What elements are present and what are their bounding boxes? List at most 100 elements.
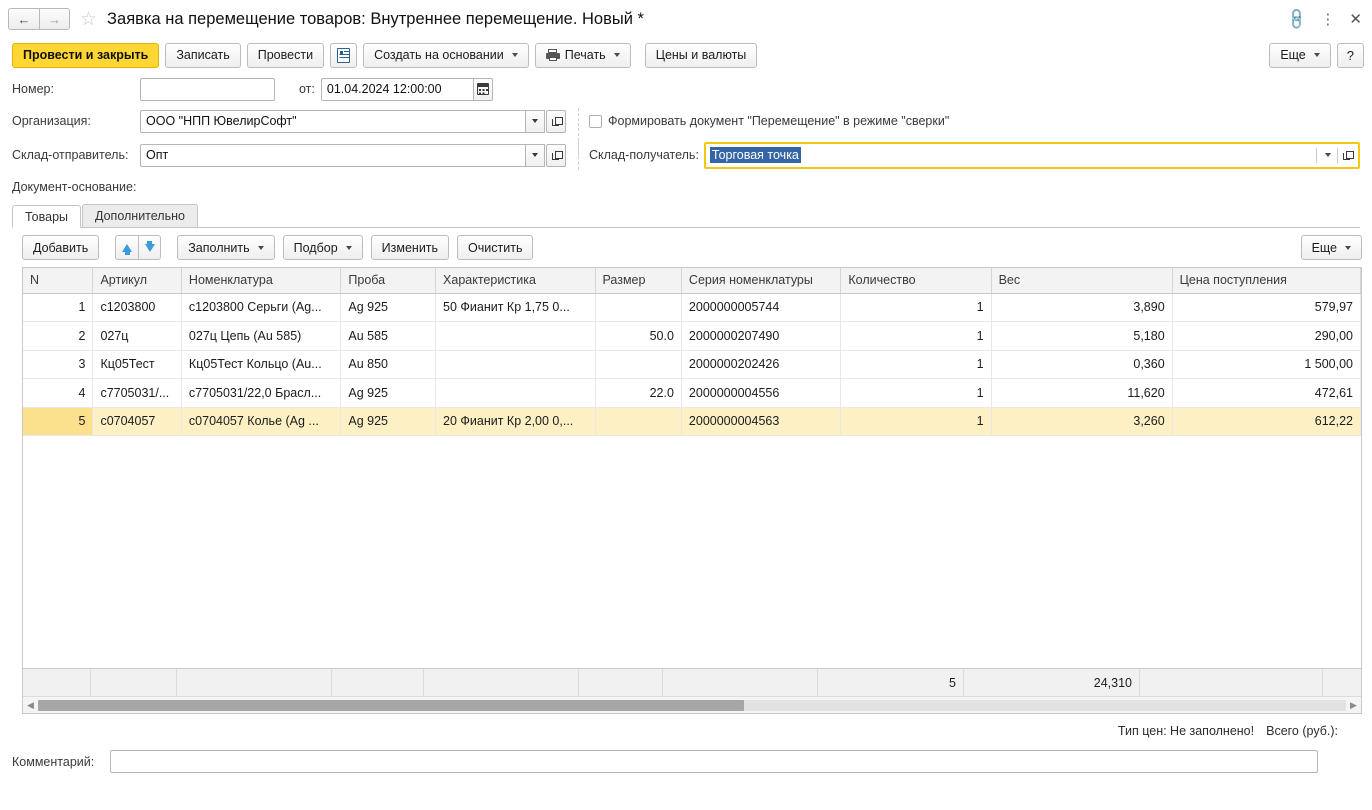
cell-n[interactable]: 2 — [23, 321, 94, 351]
help-button[interactable]: ? — [1336, 42, 1364, 68]
tab-dopolnitelno[interactable]: Дополнительно — [82, 204, 198, 227]
table-row-selected[interactable]: 5 с0704057 с0704057 Колье (Ag ... Ag 925… — [23, 407, 1361, 436]
cell-size[interactable] — [595, 407, 682, 436]
cell-article[interactable]: 027ц — [92, 321, 182, 351]
column-header-price[interactable]: Цена поступления — [1172, 268, 1361, 294]
cell-article[interactable]: с1203800 — [92, 293, 182, 322]
clear-button[interactable]: Очистить — [457, 235, 534, 260]
cell-nomenclature[interactable]: Кц05Тест Кольцо (Au... — [181, 350, 342, 379]
cell-price[interactable]: 612,22 — [1172, 407, 1361, 436]
print-button[interactable]: Печать — [534, 42, 631, 68]
cell-assay[interactable]: Ag 925 — [340, 293, 437, 322]
change-button[interactable]: Изменить — [370, 235, 450, 260]
cell-weight[interactable]: 5,180 — [991, 321, 1173, 351]
cell-price[interactable]: 472,61 — [1172, 378, 1361, 408]
items-grid[interactable]: N Артикул Номенклатура Проба Характерист… — [22, 267, 1362, 714]
cell-article[interactable]: Кц05Тест — [92, 350, 182, 379]
cell-series[interactable]: 2000000207490 — [681, 321, 842, 351]
cell-weight[interactable]: 11,620 — [991, 378, 1173, 408]
column-header-series[interactable]: Серия номенклатуры — [681, 268, 842, 294]
column-header-article[interactable]: Артикул — [92, 268, 182, 294]
cell-quantity[interactable]: 1 — [840, 350, 992, 379]
more-button[interactable]: Еще — [1269, 42, 1331, 68]
create-based-on-button[interactable]: Создать на основании — [363, 42, 529, 68]
date-input[interactable]: 01.04.2024 12:00:00 — [320, 77, 473, 101]
cell-size[interactable]: 50.0 — [595, 321, 682, 351]
star-icon[interactable]: ☆ — [80, 10, 97, 29]
cell-nomenclature[interactable]: 027ц Цепь (Au 585) — [181, 321, 342, 351]
organization-open-button[interactable] — [546, 109, 566, 133]
table-row[interactable]: 2 027ц 027ц Цепь (Au 585) Au 585 50.0 20… — [23, 321, 1361, 351]
move-row-down-button[interactable] — [138, 235, 162, 260]
warehouse-from-input[interactable]: Опт — [140, 143, 525, 167]
post-button[interactable]: Провести — [246, 42, 325, 68]
warehouse-to-dropdown-button[interactable] — [1317, 144, 1337, 167]
comment-input[interactable] — [110, 750, 1319, 773]
warehouse-to-open-button[interactable] — [1338, 144, 1358, 167]
scroll-right-icon[interactable]: ▶ — [1346, 700, 1361, 711]
add-row-button[interactable]: Добавить — [22, 235, 100, 260]
horizontal-scrollbar[interactable]: ◀ ▶ — [23, 696, 1361, 713]
warehouse-to-input[interactable]: Торговая точка — [706, 144, 1316, 167]
cell-assay[interactable]: Ag 925 — [340, 407, 437, 436]
cell-series[interactable]: 2000000202426 — [681, 350, 842, 379]
kebab-menu-icon[interactable]: ⋮ — [1320, 12, 1335, 27]
cell-size[interactable]: 22.0 — [595, 378, 682, 408]
cell-n[interactable]: 4 — [23, 378, 94, 408]
column-header-assay[interactable]: Проба — [340, 268, 437, 294]
cell-series[interactable]: 2000000004556 — [681, 378, 842, 408]
link-icon[interactable]: 🔗 — [1284, 6, 1309, 31]
cell-assay[interactable]: Au 850 — [340, 350, 437, 379]
organization-dropdown-button[interactable] — [525, 109, 545, 133]
cell-quantity[interactable]: 1 — [840, 293, 992, 322]
cell-nomenclature[interactable]: с7705031/22,0 Брасл... — [181, 378, 342, 408]
cell-characteristic[interactable]: 50 Фианит Кр 1,75 0... — [435, 293, 596, 322]
cell-nomenclature[interactable]: с0704057 Колье (Ag ... — [181, 407, 342, 436]
cell-quantity[interactable]: 1 — [840, 378, 992, 408]
column-header-n[interactable]: N — [23, 268, 94, 294]
cell-series[interactable]: 2000000005744 — [681, 293, 842, 322]
cell-size[interactable] — [595, 350, 682, 379]
cell-quantity[interactable]: 1 — [840, 407, 992, 436]
cell-price[interactable]: 290,00 — [1172, 321, 1361, 351]
warehouse-from-dropdown-button[interactable] — [525, 143, 545, 167]
cell-characteristic[interactable]: 20 Фианит Кр 2,00 0,... — [435, 407, 596, 436]
number-input[interactable] — [140, 77, 275, 101]
cell-price[interactable]: 1 500,00 — [1172, 350, 1361, 379]
cell-price[interactable]: 579,97 — [1172, 293, 1361, 322]
cell-nomenclature[interactable]: с1203800 Серьги (Ag... — [181, 293, 342, 322]
cell-quantity[interactable]: 1 — [840, 321, 992, 351]
column-header-weight[interactable]: Вес — [991, 268, 1173, 294]
save-button[interactable]: Записать — [165, 42, 241, 68]
calendar-button[interactable] — [472, 77, 493, 101]
cell-article[interactable]: с0704057 — [92, 407, 182, 436]
select-button[interactable]: Подбор — [282, 235, 363, 260]
cell-size[interactable] — [595, 293, 682, 322]
column-header-quantity[interactable]: Количество — [840, 268, 992, 294]
document-register-button[interactable] — [330, 42, 358, 68]
tab-tovary[interactable]: Товары — [12, 205, 81, 228]
scroll-left-icon[interactable]: ◀ — [23, 700, 38, 711]
consolidation-mode-checkbox-row[interactable]: Формировать документ "Перемещение" в реж… — [589, 114, 949, 128]
cell-n[interactable]: 5 — [23, 407, 94, 436]
cell-article[interactable]: с7705031/... — [92, 378, 182, 408]
prices-and-currencies-button[interactable]: Цены и валюты — [644, 42, 758, 68]
scrollbar-thumb[interactable] — [38, 699, 745, 711]
organization-input[interactable]: ООО "НПП ЮвелирСофт" — [140, 109, 525, 133]
close-icon[interactable]: ✕ — [1349, 12, 1362, 27]
consolidation-mode-checkbox[interactable] — [589, 114, 602, 128]
table-row[interactable]: 3 Кц05Тест Кц05Тест Кольцо (Au... Au 850… — [23, 350, 1361, 379]
move-row-up-button[interactable] — [115, 235, 139, 260]
cell-weight[interactable]: 3,260 — [991, 407, 1173, 436]
column-header-size[interactable]: Размер — [595, 268, 682, 294]
column-header-nomenclature[interactable]: Номенклатура — [181, 268, 342, 294]
cell-characteristic[interactable] — [435, 378, 596, 408]
back-button[interactable]: ← — [8, 8, 39, 30]
warehouse-to-field[interactable]: Торговая точка — [703, 141, 1360, 169]
table-row[interactable]: 4 с7705031/... с7705031/22,0 Брасл... Ag… — [23, 378, 1361, 408]
warehouse-from-open-button[interactable] — [546, 143, 566, 167]
cell-assay[interactable]: Ag 925 — [340, 378, 437, 408]
cell-weight[interactable]: 3,890 — [991, 293, 1173, 322]
cell-weight[interactable]: 0,360 — [991, 350, 1173, 379]
column-header-characteristic[interactable]: Характеристика — [435, 268, 596, 294]
